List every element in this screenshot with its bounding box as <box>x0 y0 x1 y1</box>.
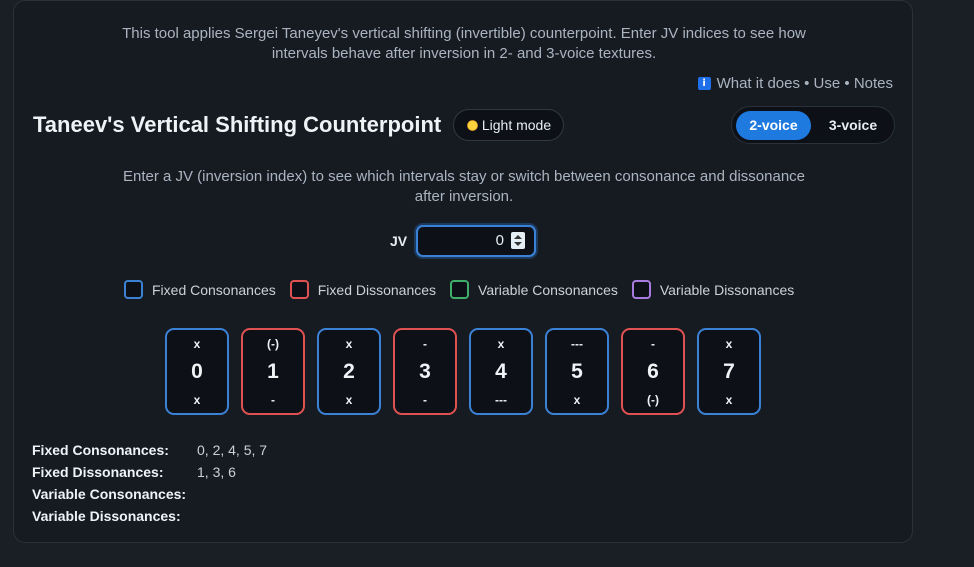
jv-input-value[interactable]: 0 <box>424 231 504 251</box>
legend-item-variable-dissonances: Variable Dissonances <box>631 280 794 299</box>
interval-card-5[interactable]: --- 5 x <box>545 328 609 415</box>
jv-input[interactable]: 0 <box>416 225 536 257</box>
help-links[interactable]: i What it does • Use • Notes <box>697 75 893 92</box>
light-mode-label: Light mode <box>481 117 552 133</box>
info-icon: i <box>697 77 711 90</box>
stepper-up-icon[interactable] <box>514 235 522 239</box>
interval-card-7[interactable]: x 7 x <box>697 328 761 415</box>
help-links-text[interactable]: What it does • Use • Notes <box>717 75 893 92</box>
jv-label: JV <box>390 233 408 249</box>
legend-swatch <box>124 280 143 299</box>
legend-swatch <box>289 280 309 299</box>
page-title: Taneev's Vertical Shifting Counterpoint <box>33 112 442 137</box>
instructions: Enter a JV (inversion index) to see whic… <box>122 168 806 205</box>
interval-card-4[interactable]: x 4 --- <box>469 328 533 415</box>
legend-item-variable-consonances: Variable Consonances <box>450 280 618 299</box>
summary: Fixed Consonances: 0, 2, 4, 5, 7 Fixed D… <box>32 442 267 530</box>
two-voice-tab[interactable]: 2-voice <box>736 111 811 140</box>
voice-toggle: 2-voice 3-voice <box>731 106 895 144</box>
sun-icon <box>465 118 479 132</box>
light-mode-button[interactable]: Light mode <box>453 109 564 141</box>
interval-cards: x 0 x (-) 1 - x 2 x - 3 - x 4 --- --- 5 … <box>165 328 761 415</box>
summary-row-variable-dissonances: Variable Dissonances: <box>32 508 181 524</box>
interval-card-1[interactable]: (-) 1 - <box>241 328 305 415</box>
interval-card-0[interactable]: x 0 x <box>165 328 229 415</box>
summary-row-fixed-consonances: Fixed Consonances: 0, 2, 4, 5, 7 <box>32 442 268 458</box>
three-voice-tab[interactable]: 3-voice <box>816 111 890 140</box>
intro-text: This tool applies Sergei Taneyev's verti… <box>122 25 806 62</box>
interval-card-6[interactable]: - 6 (-) <box>621 328 685 415</box>
summary-row-fixed-dissonances: Fixed Dissonances: 1, 3, 6 <box>32 464 236 480</box>
legend-item-fixed-consonances: Fixed Consonances <box>124 280 276 299</box>
jv-stepper[interactable] <box>511 232 525 249</box>
legend-item-fixed-dissonances: Fixed Dissonances <box>289 280 436 299</box>
interval-card-2[interactable]: x 2 x <box>317 328 381 415</box>
legend: Fixed Consonances Fixed Dissonances Vari… <box>124 280 794 299</box>
legend-swatch <box>631 280 651 299</box>
legend-swatch <box>450 280 470 299</box>
summary-row-variable-consonances: Variable Consonances: <box>32 486 187 502</box>
stepper-down-icon[interactable] <box>514 242 522 246</box>
main-panel: This tool applies Sergei Taneyev's verti… <box>13 0 913 543</box>
interval-card-3[interactable]: - 3 - <box>393 328 457 415</box>
